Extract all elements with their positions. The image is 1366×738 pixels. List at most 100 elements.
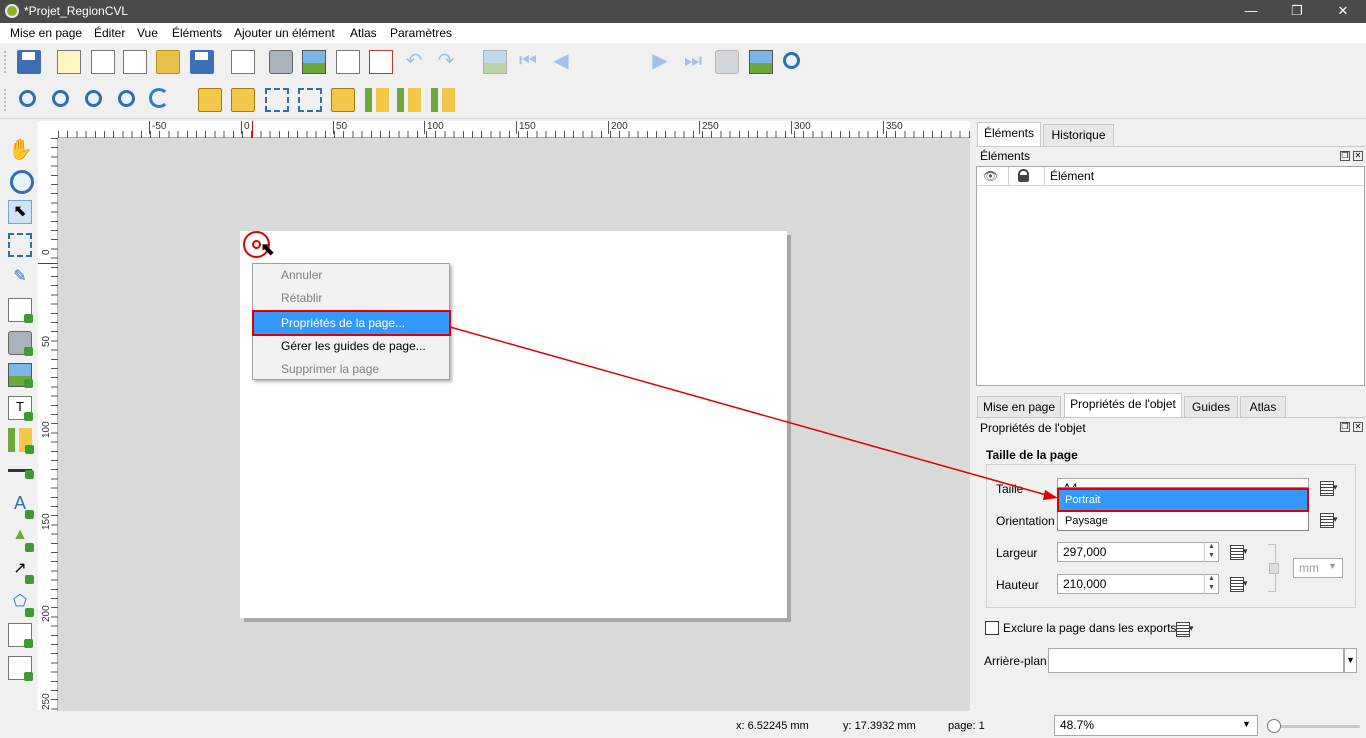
- tab-elements[interactable]: Éléments: [977, 122, 1041, 146]
- export-svg-icon[interactable]: [336, 50, 360, 74]
- tab-guides[interactable]: Guides: [1184, 396, 1238, 418]
- menu-item-supprimer-page[interactable]: Supprimer la page: [254, 358, 449, 380]
- add-polygon-icon[interactable]: ⬠: [8, 591, 34, 617]
- add-label-icon[interactable]: T: [8, 396, 33, 421]
- data-defined-icon[interactable]: [1318, 479, 1340, 497]
- zoom-tool-icon[interactable]: [10, 170, 34, 194]
- menu-item-gerer-guides[interactable]: Gérer les guides de page...: [254, 335, 449, 357]
- resize-items-icon[interactable]: [431, 88, 455, 112]
- menu-editer[interactable]: Éditer: [94, 26, 125, 40]
- toolbar-grip[interactable]: [4, 89, 8, 111]
- height-spinner[interactable]: ▲ ▼: [1204, 574, 1218, 594]
- data-defined-icon[interactable]: [1228, 575, 1250, 593]
- element-column-header[interactable]: Élément: [1050, 169, 1094, 183]
- menu-parametres[interactable]: Paramètres: [390, 26, 452, 40]
- horizontal-ruler[interactable]: -50 0 50 100 150 200 250 300 350: [58, 121, 970, 138]
- add-legend-icon[interactable]: [8, 428, 34, 454]
- distribute-items-icon[interactable]: [397, 88, 421, 112]
- data-defined-icon[interactable]: [1318, 511, 1340, 529]
- menu-item-retablir[interactable]: Rétablir: [254, 287, 449, 309]
- menu-atlas[interactable]: Atlas: [350, 26, 377, 40]
- items-list[interactable]: 👁 Élément: [976, 166, 1365, 386]
- menu-item-proprietes-page[interactable]: Propriétés de la page...: [252, 310, 451, 336]
- add-3d-map-icon[interactable]: [8, 331, 33, 356]
- unlock-items-icon[interactable]: [231, 88, 255, 112]
- width-spinner[interactable]: ▲ ▼: [1204, 542, 1218, 562]
- add-table-icon[interactable]: [8, 656, 33, 681]
- menu-mise-en-page[interactable]: Mise en page: [10, 26, 82, 40]
- edit-nodes-icon[interactable]: ✎: [8, 266, 32, 290]
- restore-button[interactable]: ❐: [1274, 0, 1320, 23]
- group-items-icon[interactable]: [265, 88, 289, 112]
- add-page-icon[interactable]: [8, 298, 33, 323]
- open-folder-icon[interactable]: [156, 50, 180, 74]
- zoom-slider-track[interactable]: [1270, 725, 1360, 728]
- menu-vue[interactable]: Vue: [137, 26, 158, 40]
- float-icon[interactable]: ❐: [1340, 151, 1350, 161]
- select-move-icon[interactable]: ⬉: [8, 200, 32, 224]
- close-panel-icon[interactable]: ✕: [1353, 151, 1363, 161]
- add-html-icon[interactable]: [8, 623, 33, 648]
- next-feature-icon[interactable]: ▶: [648, 50, 672, 74]
- tab-historique[interactable]: Historique: [1043, 124, 1114, 146]
- raise-items-icon[interactable]: [331, 88, 355, 112]
- save-template-icon[interactable]: [190, 50, 214, 74]
- zoom-100-icon[interactable]: [85, 90, 102, 107]
- layout-manager-icon[interactable]: [123, 50, 147, 74]
- data-defined-icon[interactable]: [1228, 543, 1250, 561]
- vertical-ruler[interactable]: 0 50 100 150 200 250: [38, 138, 58, 711]
- first-feature-icon[interactable]: ⏮: [516, 50, 540, 74]
- option-portrait[interactable]: Portrait: [1057, 488, 1309, 512]
- background-dropdown-button[interactable]: ▼: [1344, 648, 1357, 673]
- lock-items-icon[interactable]: [198, 88, 222, 112]
- zoom-full-icon[interactable]: [118, 90, 135, 107]
- width-input[interactable]: 297,000: [1057, 542, 1219, 562]
- zoom-out-icon[interactable]: [52, 90, 69, 107]
- new-page-icon[interactable]: [231, 50, 255, 74]
- export-pdf-icon[interactable]: [369, 50, 393, 74]
- menu-ajouter-element[interactable]: Ajouter un élément: [234, 26, 335, 40]
- print-atlas-icon[interactable]: [715, 50, 739, 74]
- undo-icon[interactable]: ↶: [402, 50, 426, 74]
- add-north-arrow-icon[interactable]: A: [8, 493, 34, 519]
- atlas-preview-icon[interactable]: [483, 50, 507, 74]
- ungroup-items-icon[interactable]: [298, 88, 322, 112]
- menu-item-annuler[interactable]: Annuler: [254, 264, 449, 286]
- print-icon[interactable]: [269, 50, 293, 74]
- background-color-button[interactable]: [1048, 648, 1344, 673]
- height-input[interactable]: 210,000: [1057, 574, 1219, 594]
- add-shape-icon[interactable]: ▲: [8, 526, 34, 552]
- refresh-icon[interactable]: [149, 88, 169, 108]
- close-button[interactable]: ✕: [1320, 0, 1366, 23]
- lock-column-icon[interactable]: [1018, 169, 1029, 182]
- add-scalebar-icon[interactable]: [8, 469, 34, 479]
- data-defined-icon[interactable]: [1174, 620, 1196, 638]
- zoom-select[interactable]: 48.7%: [1054, 715, 1258, 736]
- tab-proprietes-objet[interactable]: Propriétés de l'objet: [1064, 393, 1182, 417]
- exclude-checkbox[interactable]: [985, 621, 999, 635]
- tab-mise-en-page[interactable]: Mise en page: [977, 396, 1061, 418]
- minimize-button[interactable]: —: [1228, 0, 1274, 23]
- last-feature-icon[interactable]: ⏭: [681, 50, 705, 74]
- menu-elements[interactable]: Éléments: [172, 26, 222, 40]
- add-arrow-icon[interactable]: ↗: [8, 558, 34, 584]
- export-atlas-image-icon[interactable]: [749, 50, 773, 74]
- export-image-icon[interactable]: [302, 50, 326, 74]
- redo-icon[interactable]: ↷: [434, 50, 458, 74]
- previous-feature-icon[interactable]: ◀: [549, 50, 573, 74]
- save-icon[interactable]: [17, 50, 41, 74]
- zoom-slider-handle[interactable]: [1267, 719, 1281, 733]
- duplicate-layout-icon[interactable]: [91, 50, 115, 74]
- align-items-icon[interactable]: [365, 88, 389, 112]
- zoom-in-icon[interactable]: [19, 90, 36, 107]
- new-layout-icon[interactable]: [57, 50, 81, 74]
- float-icon[interactable]: ❐: [1340, 422, 1350, 432]
- option-paysage[interactable]: Paysage: [1059, 511, 1307, 531]
- visibility-eye-icon[interactable]: 👁: [983, 169, 998, 183]
- pan-icon[interactable]: ✋: [8, 137, 33, 161]
- add-map-icon[interactable]: [8, 363, 33, 388]
- atlas-settings-icon[interactable]: [783, 52, 800, 69]
- lock-ratio-icon[interactable]: [1269, 563, 1279, 574]
- toolbar-grip[interactable]: [4, 51, 8, 73]
- close-panel-icon[interactable]: ✕: [1353, 422, 1363, 432]
